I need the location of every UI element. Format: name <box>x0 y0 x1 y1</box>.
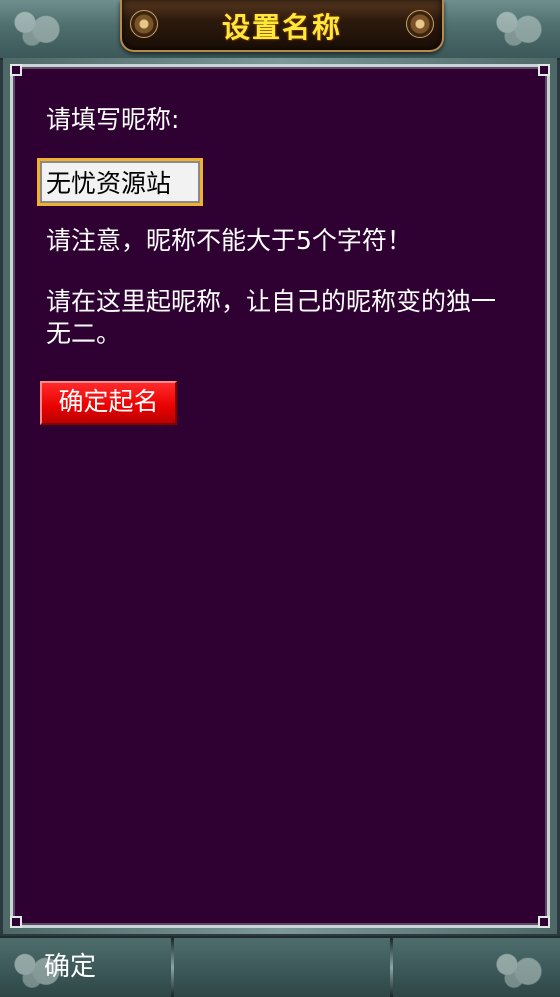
nickname-input[interactable] <box>37 158 203 206</box>
corner-ornament-icon <box>538 64 550 76</box>
toolbar-divider <box>390 938 393 997</box>
toolbar-divider <box>171 938 174 997</box>
nickname-prompt-label: 请填写昵称: <box>46 105 180 134</box>
cloud-ornament-right <box>486 4 556 50</box>
title-plate: 设置名称 <box>120 0 444 52</box>
cloud-ornament-left <box>4 4 74 50</box>
length-warning-text: 请注意，昵称不能大于5个字符！ <box>46 226 412 255</box>
confirm-name-button[interactable]: 确定起名 <box>40 381 177 425</box>
corner-ornament-icon <box>10 916 22 928</box>
cloud-ornament-right <box>486 946 556 992</box>
corner-ornament-icon <box>538 916 550 928</box>
page-title: 设置名称 <box>221 11 342 44</box>
corner-ornament-icon <box>10 64 22 76</box>
nickname-hint-text: 请在这里起昵称，让自己的昵称变的独一无二。 <box>46 287 497 348</box>
ok-button[interactable]: 确定 <box>44 946 96 983</box>
header-bar: 设置名称 <box>0 0 560 60</box>
